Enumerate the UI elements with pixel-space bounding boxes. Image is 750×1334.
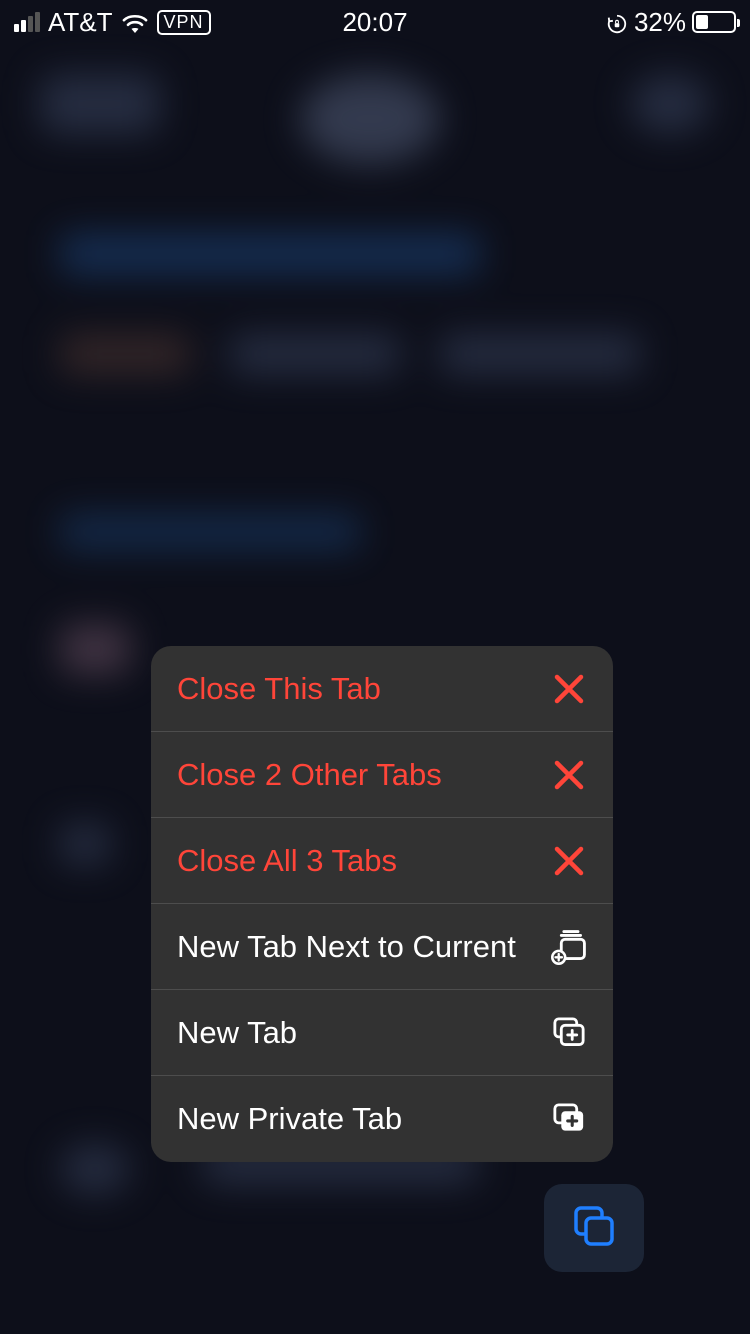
battery-percentage: 32% [634,7,686,38]
close-all-tabs-item[interactable]: Close All 3 Tabs [151,818,613,904]
rotation-lock-icon [606,11,628,33]
new-tab-adjacent-icon [551,929,587,965]
wifi-icon [121,11,149,33]
close-this-tab-item[interactable]: Close This Tab [151,646,613,732]
menu-item-label: New Tab Next to Current [177,929,516,965]
close-icon [551,843,587,879]
battery-icon [692,11,736,33]
status-bar: AT&T VPN 20:07 32% [0,0,750,44]
menu-item-label: Close 2 Other Tabs [177,757,442,793]
new-private-tab-icon [551,1101,587,1137]
menu-item-label: Close All 3 Tabs [177,843,397,879]
tab-context-menu: Close This Tab Close 2 Other Tabs Close … [151,646,613,1162]
close-icon [551,671,587,707]
close-icon [551,757,587,793]
tab-switcher-button[interactable] [544,1184,644,1272]
status-right: 32% [606,7,736,38]
menu-item-label: Close This Tab [177,671,381,707]
vpn-badge: VPN [157,10,211,35]
new-tab-icon [551,1015,587,1051]
cellular-signal-icon [14,12,40,32]
menu-item-label: New Tab [177,1015,297,1051]
new-tab-next-item[interactable]: New Tab Next to Current [151,904,613,990]
tabs-icon [570,1202,618,1255]
carrier-label: AT&T [48,7,113,38]
status-left: AT&T VPN [14,7,211,38]
clock: 20:07 [342,7,407,38]
close-other-tabs-item[interactable]: Close 2 Other Tabs [151,732,613,818]
new-tab-item[interactable]: New Tab [151,990,613,1076]
menu-item-label: New Private Tab [177,1101,402,1137]
new-private-tab-item[interactable]: New Private Tab [151,1076,613,1162]
